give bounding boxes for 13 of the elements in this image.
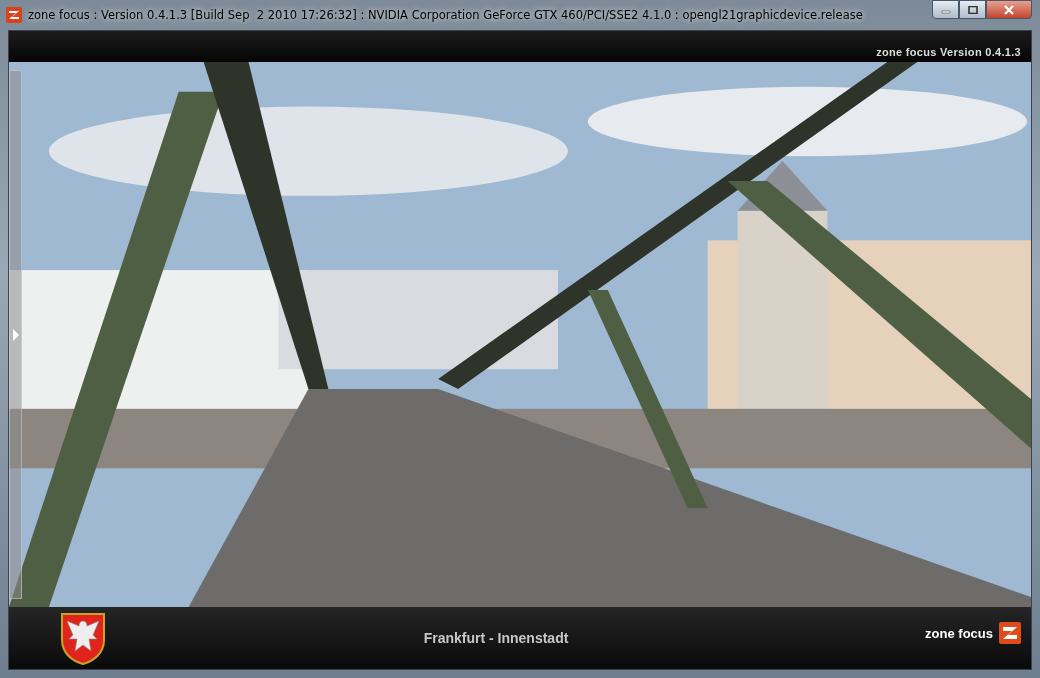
app-icon (6, 7, 22, 23)
window-title: zone focus : Version 0.4.1.3 [Build Sep 2 2010 17:26:32] : NVIDIA Corporation GeForce GTX 460/PCI/SSE2 4.1.0 : opengl21graphicdevice.release (28, 8, 863, 22)
location-label: Frankfurt - Innenstadt (422, 630, 570, 646)
maximize-button[interactable] (959, 0, 986, 19)
brand-logo-icon (999, 622, 1021, 644)
close-icon (1003, 4, 1015, 15)
eagle-crest-icon (59, 611, 107, 665)
minimize-button[interactable] (932, 0, 959, 19)
close-button[interactable] (986, 0, 1032, 19)
version-label: zone focus Version 0.4.1.3 (876, 46, 1021, 58)
maximize-icon (967, 5, 978, 14)
brand-name: zone focus (925, 625, 993, 641)
expand-arrow-icon (11, 328, 20, 341)
